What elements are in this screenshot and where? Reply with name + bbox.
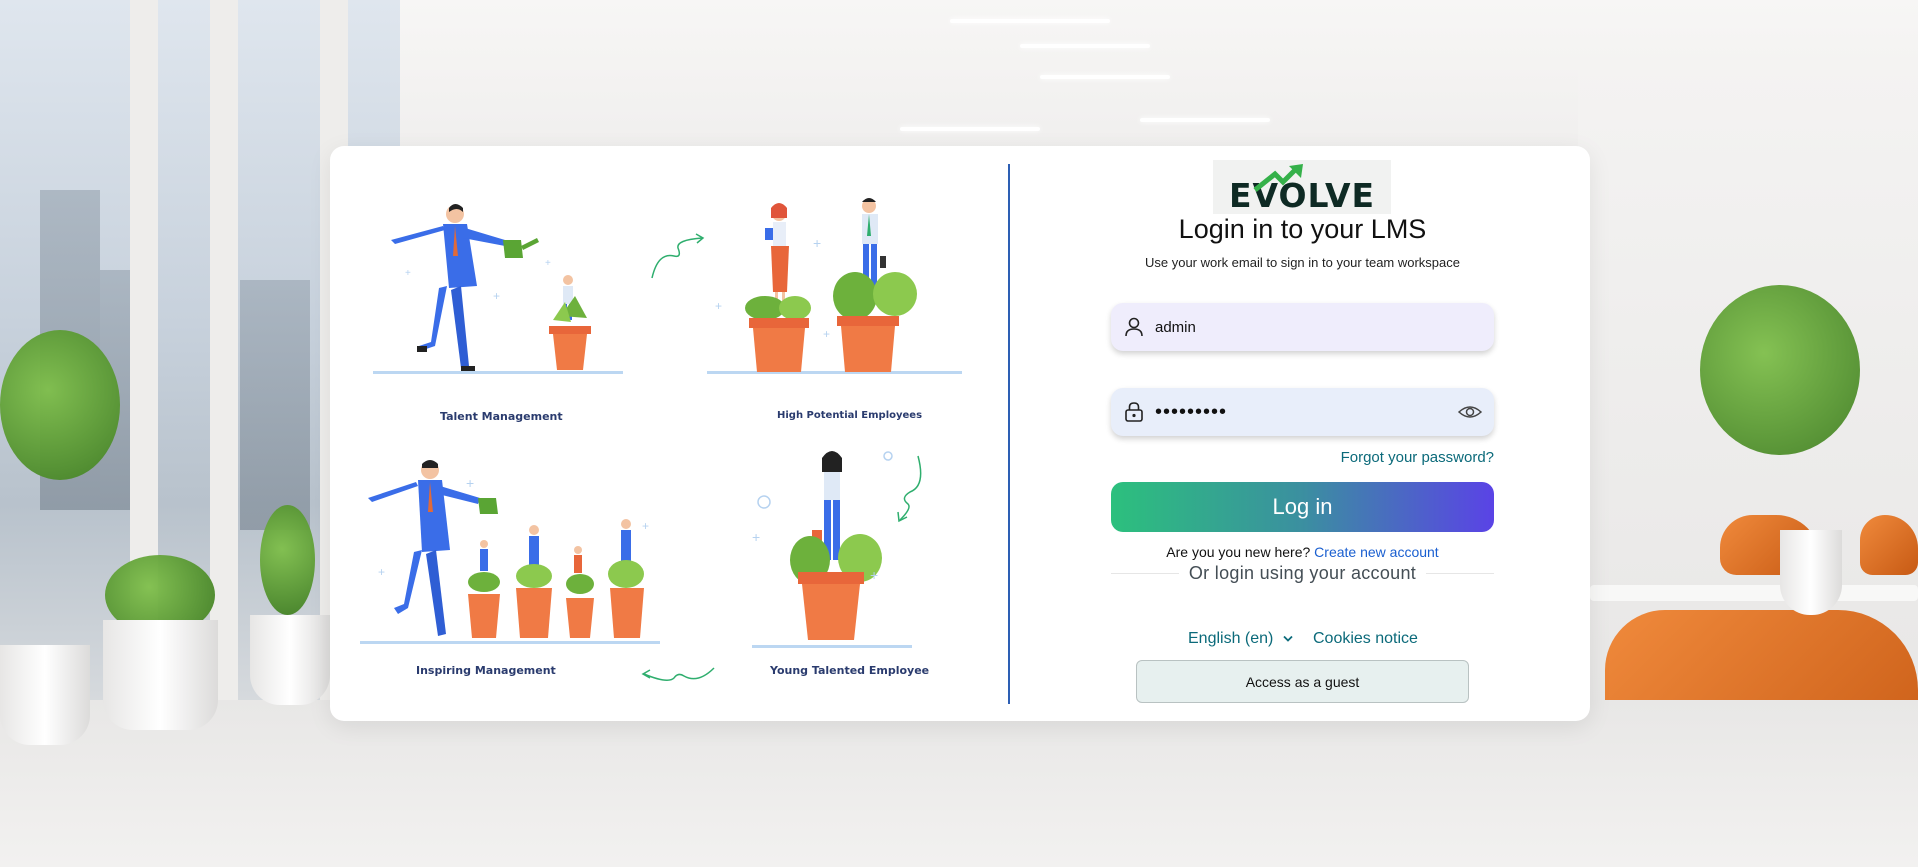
background-pot (1780, 530, 1842, 615)
guest-access-button[interactable]: Access as a guest (1136, 660, 1469, 703)
high-potential-employees-illustration: + + + (705, 196, 965, 376)
svg-text:+: + (870, 567, 878, 583)
password-input[interactable] (1155, 400, 1435, 424)
svg-text:+: + (378, 565, 385, 579)
city-tower (240, 280, 310, 530)
vertical-divider (1008, 164, 1010, 704)
svg-text:+: + (813, 235, 821, 251)
ceiling-light (1020, 44, 1150, 48)
background-floor (0, 700, 1918, 867)
login-card: + + + Talent Management + + + High Poten… (330, 146, 1590, 721)
ceiling-light (900, 127, 1040, 131)
young-talented-employee-illustration: + + (750, 442, 950, 652)
cookies-notice-link[interactable]: Cookies notice (1313, 630, 1418, 648)
new-here-row: Are you you new here? Create new account (1111, 544, 1494, 560)
or-divider-text: Or login using your account (1178, 563, 1427, 583)
swirl-arrow-icon (638, 664, 718, 686)
inspiring-management-illustration: + + + (358, 458, 668, 648)
background-pot (103, 620, 218, 730)
login-button[interactable]: Log in (1111, 482, 1494, 532)
user-icon (1125, 317, 1143, 337)
lock-icon (1125, 402, 1143, 422)
ceiling-light (950, 19, 1110, 23)
swirl-arrow-icon (648, 232, 708, 282)
svg-text:+: + (823, 327, 830, 341)
svg-text:+: + (405, 268, 411, 279)
language-selector[interactable]: English (en) (1188, 630, 1294, 648)
login-subtitle: Use your work email to sign in to your t… (1144, 255, 1460, 270)
username-input[interactable] (1155, 318, 1435, 336)
background-desk (1590, 585, 1918, 601)
svg-text:+: + (466, 475, 474, 491)
forgot-password-link[interactable]: Forgot your password? (1230, 449, 1494, 466)
show-password-eye-icon[interactable] (1458, 402, 1482, 422)
background-pot (250, 615, 330, 705)
illustration-caption: High Potential Employees (777, 410, 923, 421)
background-plant (1700, 285, 1860, 455)
logo-arrow-icon (1253, 164, 1303, 192)
talent-management-illustration: + + + (365, 196, 625, 376)
evolve-logo: EVOLVE (1213, 160, 1391, 214)
username-field[interactable] (1111, 303, 1494, 351)
window-mullion (210, 0, 238, 720)
background-pot (0, 645, 90, 745)
svg-text:+: + (715, 299, 722, 313)
ceiling-light (1140, 118, 1270, 122)
svg-text:+: + (752, 529, 760, 545)
illustration-caption: Inspiring Management (416, 664, 556, 677)
svg-text:+: + (642, 519, 649, 533)
svg-text:+: + (545, 258, 551, 269)
login-title: Login in to your LMS (1178, 214, 1427, 244)
svg-text:+: + (493, 289, 500, 303)
password-field[interactable] (1111, 388, 1494, 436)
illustration-caption: Talent Management (440, 410, 563, 423)
background-plant (0, 330, 120, 480)
language-label: English (en) (1188, 630, 1274, 647)
illustration-caption: Young Talented Employee (770, 664, 930, 677)
chevron-down-icon (1283, 635, 1294, 642)
new-here-text: Are you you new here? (1166, 544, 1311, 560)
background-plant (260, 505, 315, 615)
ceiling-light (1040, 75, 1170, 79)
create-account-link[interactable]: Create new account (1314, 544, 1439, 560)
or-divider: Or login using your account (1111, 563, 1494, 584)
